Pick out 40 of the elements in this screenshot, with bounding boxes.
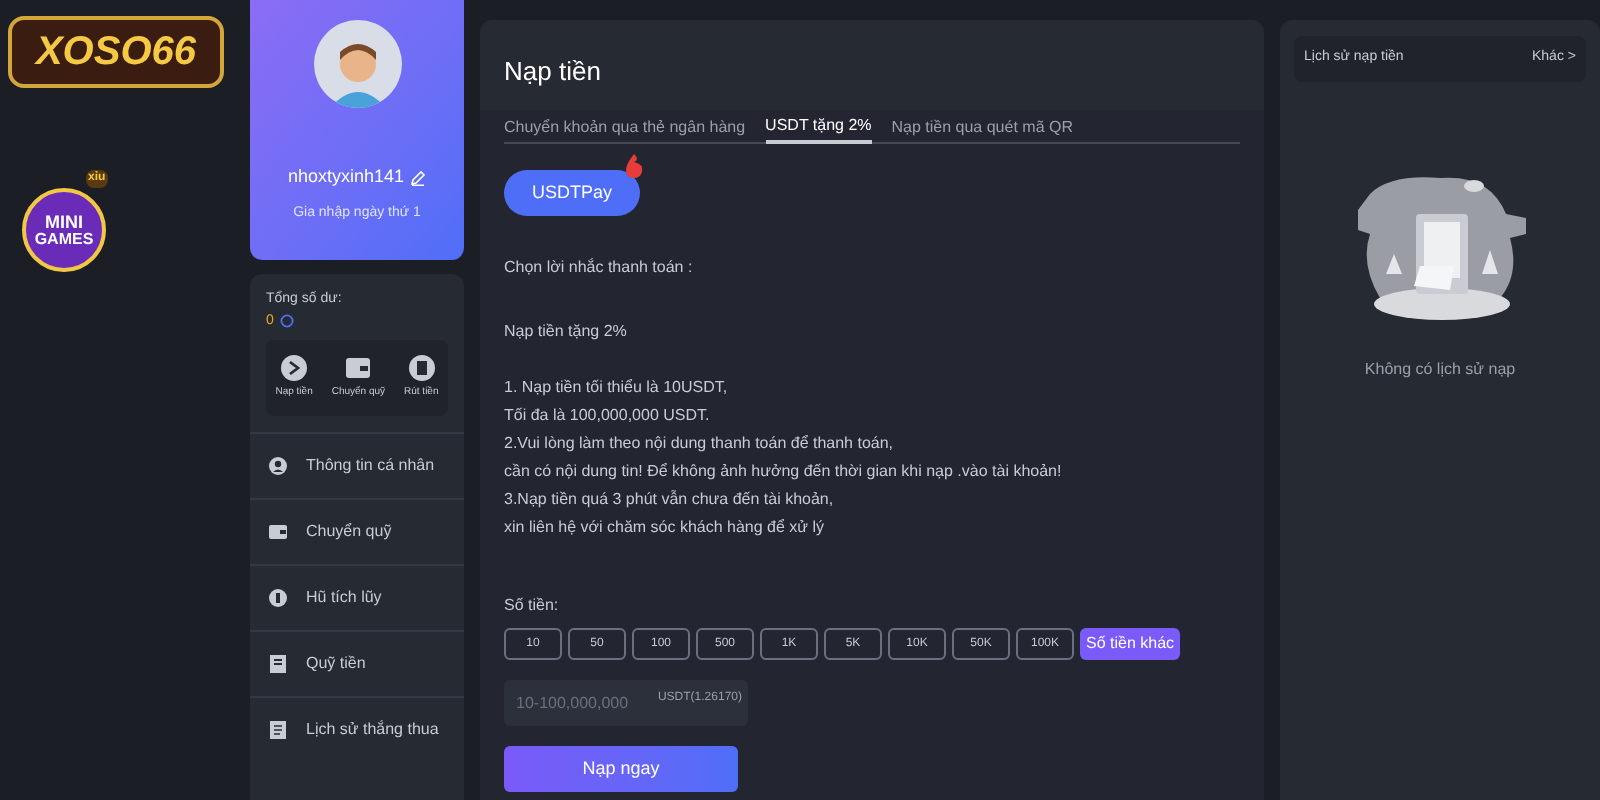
menu-item[interactable]: Hũ tích lũy: [250, 564, 464, 630]
menu-label: Quỹ tiền: [306, 652, 366, 676]
note-text: Nạp tiền tặng 2%: [504, 320, 629, 345]
prompt-text: Chọn lời nhắc thanh toán :: [504, 256, 695, 281]
edit-icon[interactable]: [410, 169, 427, 186]
document-icon: [268, 654, 288, 674]
avatar: [313, 20, 401, 108]
menu-item[interactable]: Lịch sử thắng thua: [250, 696, 464, 762]
tab[interactable]: Chuyển khoản qua thẻ ngân hàng: [504, 110, 746, 144]
rule-text: 3.Nạp tiền quá 3 phút vẫn chưa đến tài khoản,: [504, 488, 836, 513]
username: nhoxtyxinh141: [287, 164, 405, 190]
person-icon: [268, 456, 288, 476]
wallet-icon: [344, 354, 373, 383]
refresh-icon[interactable]: [279, 314, 294, 329]
menu-item[interactable]: Chuyển quỹ: [250, 498, 464, 564]
rule-text: 2.Vui lòng làm theo nội dung thanh toán để thanh toán,: [504, 432, 896, 457]
list-icon: [268, 720, 288, 740]
tab[interactable]: USDT tặng 2%: [765, 110, 872, 144]
rule-text: cần có nội dung tin! Để không ảnh hưởng đến thời gian khi nạp .vào tài khoản!: [504, 460, 1064, 485]
rule-text: 1. Nạp tiền tối thiểu là 10USDT,: [504, 376, 730, 401]
panel-title: Nạp tiền: [480, 20, 1264, 110]
wallet-icon: [268, 522, 288, 542]
logo[interactable]: XOSO66: [8, 16, 224, 88]
menu-label: Chuyển quỹ: [306, 520, 392, 544]
empty-history-text: Không có lịch sử nạp: [1364, 358, 1516, 382]
method-button[interactable]: USDTPay: [504, 170, 640, 217]
deposit-now-button[interactable]: Nạp ngay: [504, 746, 738, 793]
tab[interactable]: Nạp tiền qua quét mã QR: [891, 110, 1073, 144]
menu-label: Thông tin cá nhân: [306, 454, 435, 478]
amount-chip[interactable]: Số tiền khác: [1080, 628, 1181, 661]
menu-item[interactable]: Thông tin cá nhân: [250, 432, 464, 498]
coin-icon: [268, 588, 288, 608]
rule-text: xin liên hệ với chăm sóc khách hàng để xử lý: [504, 516, 827, 541]
menu-label: Lịch sử thắng thua: [306, 718, 439, 742]
menu-label: Hũ tích lũy: [306, 586, 382, 610]
deposit-icon: [280, 354, 309, 383]
mini-games-badge[interactable]: MINI GAMES: [22, 188, 106, 272]
amount-label: Số tiền:: [504, 594, 561, 619]
rule-text: Tối đa là 100,000,000 USDT.: [504, 404, 712, 429]
menu-item[interactable]: Quỹ tiền: [250, 630, 464, 696]
